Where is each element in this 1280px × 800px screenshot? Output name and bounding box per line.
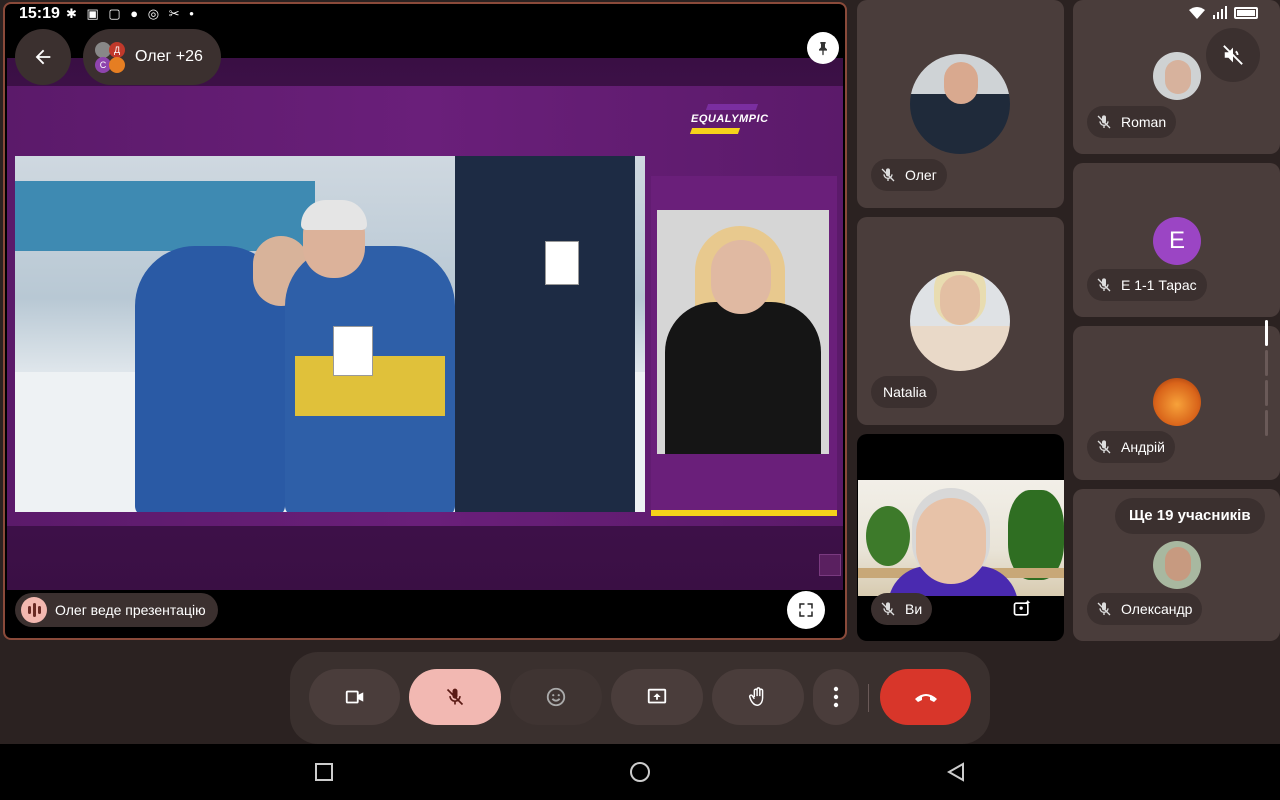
tiles-scroll-indicator[interactable] bbox=[1265, 320, 1269, 460]
participant-name: Е 1-1 Тарас bbox=[1121, 277, 1197, 293]
back-arrow-icon bbox=[35, 49, 51, 65]
more-options-button[interactable] bbox=[813, 669, 859, 725]
home-button[interactable] bbox=[628, 760, 652, 784]
participant-name-chip: Е 1-1 Тарас bbox=[1087, 269, 1207, 301]
emoji-icon bbox=[546, 687, 566, 707]
participant-tile-andrii[interactable]: Андрій bbox=[1073, 326, 1280, 480]
athletes-photo bbox=[15, 156, 645, 512]
avatar bbox=[910, 54, 1010, 154]
camera-button[interactable] bbox=[309, 669, 400, 725]
participant-name: Андрій bbox=[1121, 439, 1165, 455]
participant-name-chip: Олег bbox=[871, 159, 947, 191]
participant-name-chip: Андрій bbox=[1087, 431, 1175, 463]
participant-tile-oleg[interactable]: Олег bbox=[857, 0, 1064, 208]
presenting-label: Олег веде презентацію bbox=[55, 602, 206, 618]
participant-name: Roman bbox=[1121, 114, 1167, 130]
back-button[interactable] bbox=[15, 29, 71, 85]
self-name-chip: Ви bbox=[871, 593, 933, 625]
mic-off-icon bbox=[1093, 274, 1115, 296]
presenting-icon bbox=[21, 597, 47, 623]
pin-icon bbox=[819, 42, 827, 56]
controls-divider bbox=[868, 684, 869, 712]
participant-name: Олег bbox=[905, 167, 937, 183]
avatar bbox=[1153, 541, 1201, 589]
avatar bbox=[1153, 378, 1201, 426]
participant-tile-natalia[interactable]: Natalia bbox=[857, 217, 1064, 425]
participant-avatars: Д C bbox=[93, 40, 127, 74]
equalympic-logo: EQUALYMPIC bbox=[689, 104, 771, 134]
home-icon bbox=[630, 762, 650, 782]
presentation-view[interactable]: EQUALYMPIC Д C Олег +26 Олег веде презен… bbox=[3, 2, 847, 640]
mic-off-icon bbox=[446, 688, 464, 706]
participant-name-chip: Natalia bbox=[871, 376, 937, 408]
background-effects-button[interactable] bbox=[1008, 595, 1036, 623]
participant-tile-taras[interactable]: E Е 1-1 Тарас bbox=[1073, 163, 1280, 317]
slide-corner-logo bbox=[819, 554, 841, 576]
microphone-button[interactable] bbox=[409, 669, 501, 725]
brand-text: EQUALYMPIC bbox=[691, 113, 769, 125]
mic-off-icon bbox=[1093, 436, 1115, 458]
present-screen-icon bbox=[647, 688, 667, 704]
presenting-status: Олег веде презентацію bbox=[15, 593, 218, 627]
fullscreen-button[interactable] bbox=[787, 591, 825, 629]
participant-name: Ви bbox=[905, 601, 923, 617]
participant-name: Natalia bbox=[883, 384, 927, 400]
volume-off-icon bbox=[1223, 45, 1243, 65]
sign-language-interpreter bbox=[657, 210, 829, 454]
mic-off-icon bbox=[877, 598, 899, 620]
back-nav-button[interactable] bbox=[944, 760, 968, 784]
participants-chip[interactable]: Д C Олег +26 bbox=[83, 29, 221, 85]
mic-off-icon bbox=[1093, 111, 1115, 133]
participant-name-chip: Roman bbox=[1087, 106, 1177, 138]
background-effects-icon bbox=[1013, 599, 1031, 616]
avatar: E bbox=[1153, 217, 1201, 265]
raise-hand-icon bbox=[749, 687, 764, 706]
meet-call-screen: 15:19 ✱ ▣ ▢ ● ◎ ✂ • EQUALYMPIC Д C Олег … bbox=[0, 0, 1280, 800]
participant-name-chip: Олександр bbox=[1087, 593, 1203, 625]
more-vert-icon bbox=[833, 686, 839, 708]
participants-count-label: Олег +26 bbox=[135, 48, 203, 65]
participant-name: Олександр bbox=[1121, 601, 1193, 617]
shared-slide: EQUALYMPIC bbox=[7, 58, 843, 590]
fullscreen-icon bbox=[799, 603, 813, 617]
mic-off-icon bbox=[877, 164, 899, 186]
pin-button[interactable] bbox=[807, 32, 839, 64]
end-call-button[interactable] bbox=[880, 669, 971, 725]
end-call-icon bbox=[914, 694, 937, 702]
recents-button[interactable] bbox=[312, 760, 336, 784]
avatar bbox=[1153, 52, 1201, 100]
recents-icon bbox=[315, 763, 333, 781]
reactions-button[interactable] bbox=[510, 669, 602, 725]
more-participants-label[interactable]: Ще 19 учасників bbox=[1115, 498, 1265, 534]
system-navigation-bar bbox=[0, 744, 1280, 800]
avatar bbox=[910, 271, 1010, 371]
present-screen-button[interactable] bbox=[611, 669, 703, 725]
participant-tile-roman[interactable]: Roman bbox=[1073, 0, 1280, 154]
back-triangle-icon bbox=[946, 762, 964, 782]
call-controls bbox=[290, 652, 990, 744]
camera-icon bbox=[345, 690, 363, 704]
self-video bbox=[858, 480, 1064, 596]
raise-hand-button[interactable] bbox=[712, 669, 804, 725]
speaker-mute-button[interactable] bbox=[1206, 28, 1260, 82]
mic-off-icon bbox=[1093, 598, 1115, 620]
